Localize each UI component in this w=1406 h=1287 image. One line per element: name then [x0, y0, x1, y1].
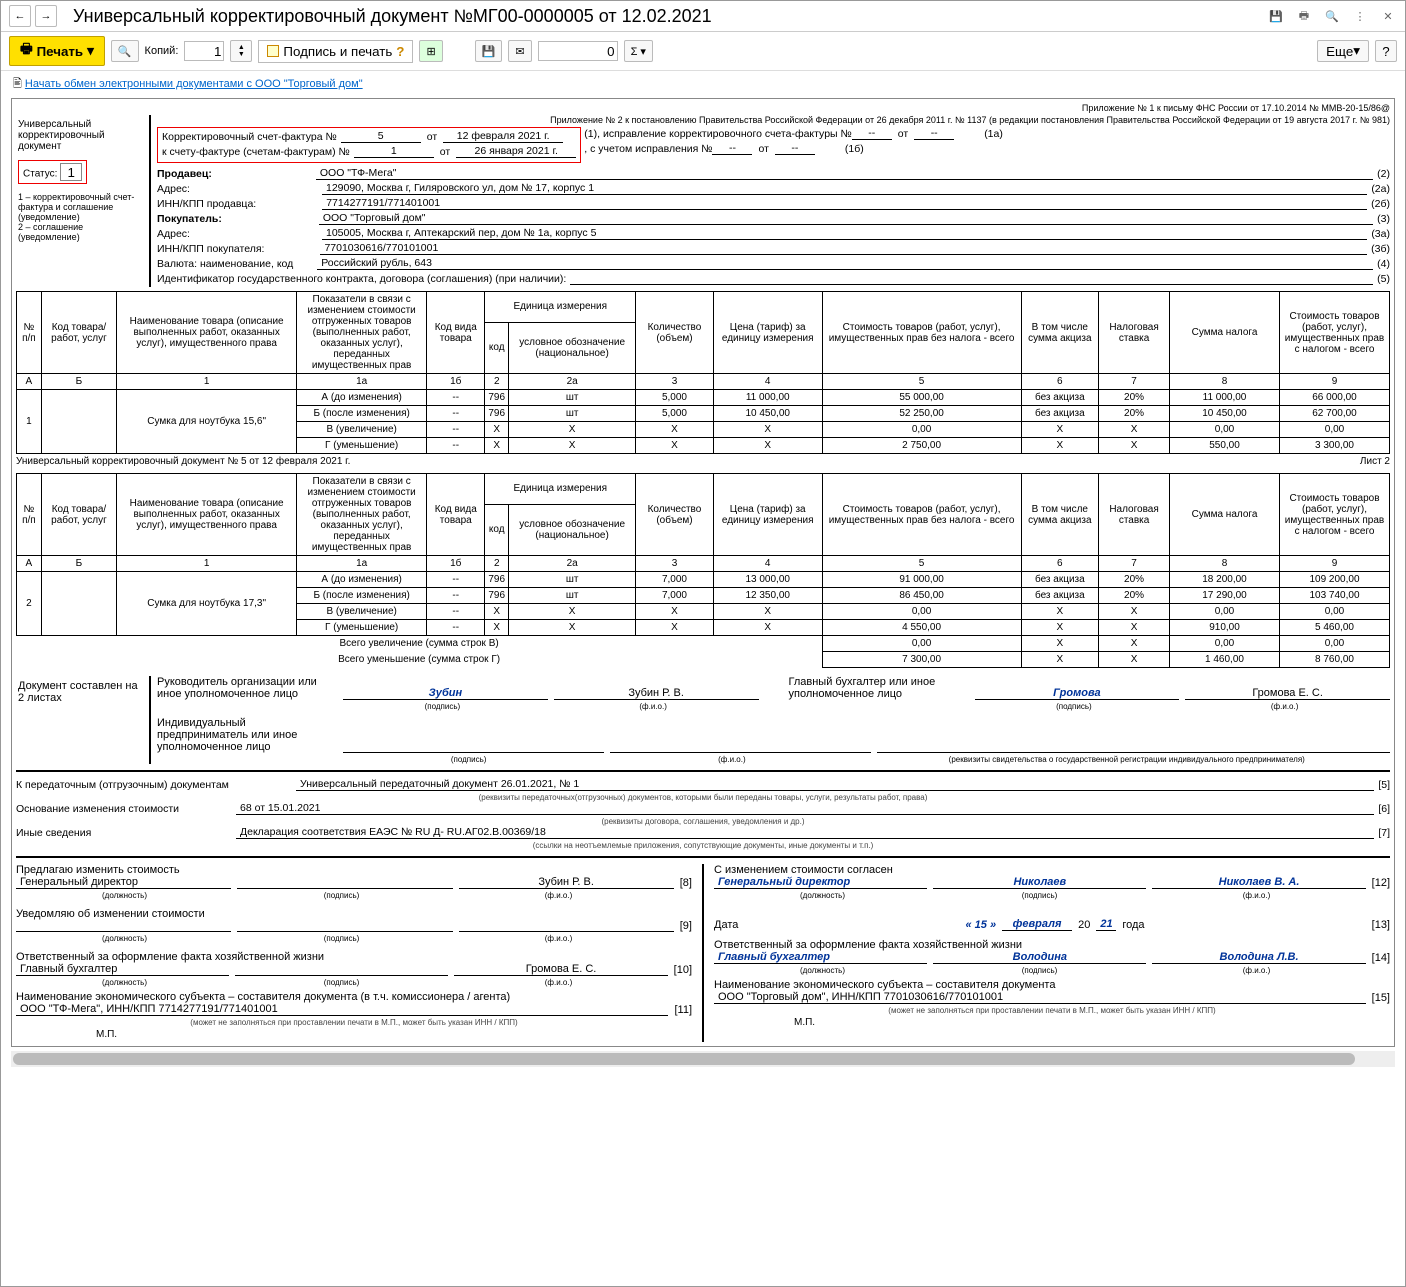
toolbar: Печать ▾ 🔍 Копий: ▲▼ Подпись и печать ? … — [1, 32, 1405, 71]
items-table-2: № п/п Код товара/ работ, услуг Наименова… — [16, 473, 1390, 668]
base-inv-date: 26 января 2021 г. — [456, 145, 576, 158]
titlebar: ← → Универсальный корректировочный докум… — [1, 1, 1405, 32]
appendix-ref-2: Приложение № 2 к постановлению Правитель… — [157, 115, 1390, 125]
seller-name: ООО "ТФ-Мега" — [316, 167, 1373, 180]
table-button[interactable]: ⊞ — [419, 40, 442, 62]
seller-address: 129090, Москва г, Гиляровского ул, дом №… — [322, 182, 1367, 195]
corr-inv-label: Корректировочный счет-фактура № — [162, 131, 341, 143]
other-info: Декларация соответствия ЕАЭС № RU Д- RU.… — [236, 826, 1374, 839]
nav-forward-button[interactable]: → — [35, 5, 57, 27]
appendix-ref-1: Приложение № 1 к письму ФНС России от 17… — [16, 103, 1390, 113]
disk-button[interactable]: 💾 — [475, 40, 503, 62]
amount-input[interactable] — [538, 41, 618, 61]
sheet-num: Лист 2 — [1360, 456, 1390, 467]
acc-signature: Громова — [975, 687, 1180, 700]
buyer-label: Покупатель: — [157, 213, 226, 225]
zoom-button[interactable]: 🔍 — [111, 40, 139, 62]
transfer-docs: Универсальный передаточный документ 26.0… — [296, 778, 1374, 791]
head-signature: Зубин — [343, 687, 548, 700]
save-icon[interactable]: 💾 — [1267, 7, 1285, 25]
print-icon[interactable]: 🖶 — [1295, 7, 1313, 25]
edo-link-bar: 🖹 Начать обмен электронными документами … — [1, 71, 1405, 98]
corr-inv-num: 5 — [341, 130, 421, 143]
help-button[interactable]: ? — [1375, 40, 1397, 62]
window-title: Универсальный корректировочный документ … — [73, 6, 1267, 27]
sigma-button[interactable]: Σ ▾ — [624, 40, 653, 62]
base-inv-label: к счету-фактуре (счетам-фактурам) № — [162, 146, 354, 158]
nav-back-button[interactable]: ← — [9, 5, 31, 27]
buyer-inn: 7701030616/770101001 — [320, 242, 1367, 255]
acc-fio: Громова Е. С. — [1185, 687, 1390, 700]
horizontal-scrollbar[interactable] — [11, 1051, 1395, 1067]
copies-input[interactable] — [184, 41, 224, 61]
copies-label: Копий: — [145, 45, 179, 57]
start-edo-link[interactable]: Начать обмен электронными документами с … — [25, 78, 363, 90]
ukd-title: Универсальный корректировочный документ — [18, 119, 143, 152]
head-fio: Зубин Р. В. — [554, 687, 759, 700]
buyer-name: ООО "Торговый дом" — [319, 212, 1373, 225]
gov-contract — [570, 272, 1373, 285]
preview-icon[interactable]: 🔍 — [1323, 7, 1341, 25]
close-icon[interactable]: ✕ — [1379, 7, 1397, 25]
currency: Российский рубль, 643 — [317, 257, 1373, 270]
warning-icon: ? — [396, 44, 404, 59]
more-icon[interactable]: ⋮ — [1351, 7, 1369, 25]
document-area: Приложение № 1 к письму ФНС России от 17… — [1, 98, 1405, 1286]
correction-box: Корректировочный счет-фактура № 5 от 12 … — [157, 127, 581, 163]
sign-and-stamp-button[interactable]: Подпись и печать ? — [258, 40, 413, 63]
status-legend: 1 – корректировочный счет-фактура и согл… — [18, 192, 143, 242]
status-box: Статус: — [18, 160, 87, 184]
print-button[interactable]: Печать ▾ — [9, 36, 105, 66]
buyer-address: 105005, Москва г, Аптекарский пер, дом №… — [322, 227, 1367, 240]
status-label: Статус: — [23, 169, 57, 180]
seller-label: Продавец: — [157, 168, 216, 180]
base-inv-num: 1 — [354, 145, 434, 158]
seller-inn: 7714277191/771401001 — [322, 197, 1367, 210]
document-icon: 🖹 — [13, 78, 22, 90]
printer-icon — [20, 40, 33, 62]
copies-stepper[interactable]: ▲▼ — [230, 40, 252, 62]
mail-button[interactable]: ✉ — [508, 40, 531, 62]
corr-inv-date: 12 февраля 2021 г. — [443, 130, 563, 143]
checkbox-icon — [267, 45, 279, 57]
more-button[interactable]: Еще ▾ — [1317, 40, 1369, 62]
basis: 68 от 15.01.2021 — [236, 802, 1374, 815]
status-input[interactable] — [60, 163, 82, 181]
sheet-desc: Универсальный корректировочный документ … — [16, 456, 350, 467]
items-table-1: № п/п Код товара/ работ, услуг Наименова… — [16, 291, 1390, 454]
